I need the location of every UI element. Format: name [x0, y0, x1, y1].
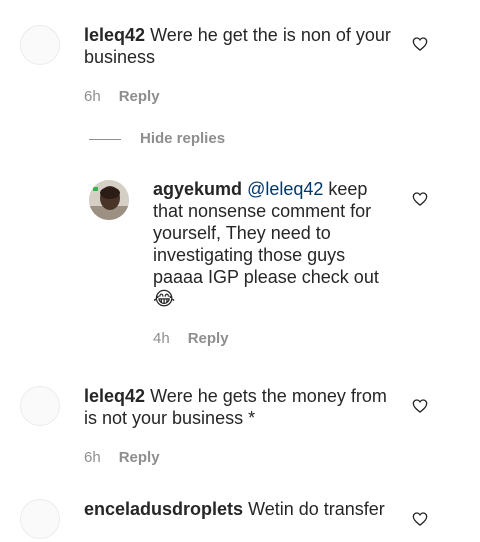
comment-body: leleq42 Were he gets the money from is n…	[84, 385, 399, 429]
reply-username[interactable]: agyekumd	[153, 179, 242, 199]
avatar[interactable]	[20, 499, 60, 539]
comment-username[interactable]: leleq42	[84, 25, 145, 45]
profile-photo	[89, 180, 129, 220]
avatar[interactable]	[20, 386, 60, 426]
hide-replies-button[interactable]: Hide replies	[140, 130, 225, 147]
reply-button[interactable]: Reply	[188, 330, 229, 347]
comment-time: 6h	[84, 88, 101, 105]
heart-outline-icon[interactable]	[412, 36, 428, 52]
comment-username[interactable]: leleq42	[84, 386, 145, 406]
reply-mention[interactable]: @leleq42	[247, 179, 323, 199]
comment-body: leleq42 Were he get the is non of your b…	[84, 24, 399, 68]
reply-time: 4h	[153, 330, 170, 347]
comment-text: Wetin do transfer	[248, 499, 385, 519]
comment-username[interactable]: enceladusdroplets	[84, 499, 243, 519]
hide-replies-divider	[89, 139, 121, 140]
comment-meta: 6h Reply	[84, 88, 160, 106]
reply-meta: 4h Reply	[153, 330, 229, 348]
reply-button[interactable]: Reply	[119, 449, 160, 466]
comment-meta: 6h Reply	[84, 449, 160, 467]
heart-outline-icon[interactable]	[412, 398, 428, 414]
reply-body: agyekumd @leleq42 keep that nonsense com…	[153, 178, 388, 310]
comment-time: 6h	[84, 449, 101, 466]
laughing-emoji: 😂	[153, 288, 176, 310]
reply-button[interactable]: Reply	[119, 88, 160, 105]
avatar[interactable]	[20, 25, 60, 65]
reply-avatar[interactable]	[89, 180, 129, 220]
comment-body: enceladusdroplets Wetin do transfer	[84, 498, 399, 520]
heart-outline-icon[interactable]	[412, 191, 428, 207]
heart-outline-icon[interactable]	[412, 511, 428, 527]
